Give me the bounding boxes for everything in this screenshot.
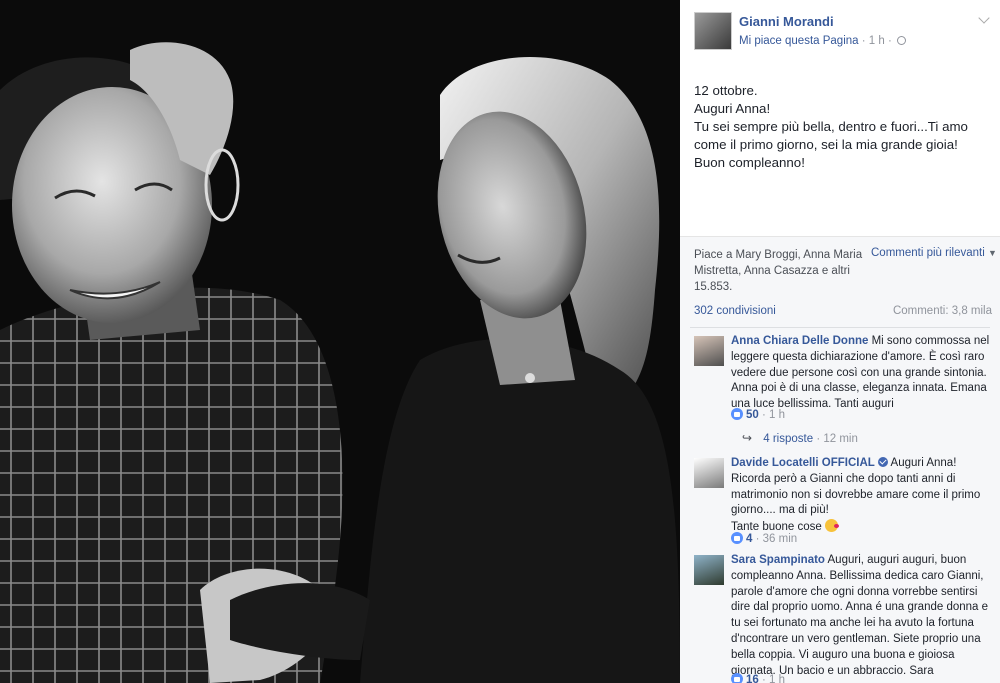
- comments-count[interactable]: Commenti: 3,8 mila: [893, 305, 992, 317]
- comment-time[interactable]: 1 h: [769, 409, 785, 421]
- comment-avatar[interactable]: [694, 555, 724, 585]
- post-text: 12 ottobre. Auguri Anna! Tu sei sempre p…: [694, 82, 990, 172]
- like-icon: [731, 408, 743, 420]
- post-footer: Piace a Mary Broggi, Anna Maria Mistrett…: [680, 236, 1000, 683]
- post-photo[interactable]: [0, 0, 680, 683]
- comments-sort-dropdown[interactable]: Commenti più rilevanti ▼: [871, 247, 997, 259]
- post-line: come il primo giorno, sei la mia grande …: [694, 137, 958, 152]
- post-line: Auguri Anna!: [694, 101, 771, 116]
- comment-avatar[interactable]: [694, 458, 724, 488]
- post-line: Tu sei sempre più bella, dentro e fuori.…: [694, 119, 968, 134]
- comment-likes[interactable]: 4: [746, 533, 752, 545]
- comment-time[interactable]: 36 min: [763, 533, 798, 545]
- comment-body: Sara Spampinato Auguri, auguri auguri, b…: [731, 553, 993, 679]
- globe-icon: [897, 36, 907, 45]
- like-icon: [731, 532, 743, 544]
- reply-arrow-icon: ↪: [742, 431, 753, 445]
- post-time[interactable]: 1 h: [869, 35, 885, 47]
- comment-text: Auguri, auguri auguri, buon compleanno A…: [731, 554, 989, 677]
- comment-body: Davide Locatelli OFFICIAL Auguri Anna! R…: [731, 456, 993, 536]
- post-line: 12 ottobre.: [694, 83, 758, 98]
- post-side-panel: Gianni Morandi Mi piace questa Pagina · …: [680, 0, 1000, 683]
- comment-author[interactable]: Anna Chiara Delle Donne: [731, 335, 868, 347]
- comment-likes[interactable]: 50: [746, 409, 759, 421]
- post-line: Buon compleanno!: [694, 155, 805, 170]
- replies-link[interactable]: ↪ 4 risposte · 12 min: [742, 431, 858, 445]
- comment-avatar[interactable]: [694, 336, 724, 366]
- comment-body: Anna Chiara Delle Donne Mi sono commossa…: [731, 334, 993, 413]
- author-avatar[interactable]: [694, 12, 732, 50]
- sort-label: Commenti più rilevanti: [871, 247, 985, 259]
- photo-illustration: [0, 0, 680, 683]
- replies-count: 4 risposte: [763, 433, 814, 445]
- chevron-down-icon[interactable]: [978, 12, 990, 24]
- replies-time: 12 min: [823, 433, 858, 445]
- comment-meta: 50 · 1 h: [731, 408, 785, 421]
- author-name[interactable]: Gianni Morandi: [739, 14, 834, 29]
- meta-separator: ·: [762, 409, 770, 421]
- meta-separator: ·: [888, 35, 896, 47]
- comment-author[interactable]: Sara Spampinato: [731, 554, 825, 566]
- meta-separator: ·: [762, 674, 770, 683]
- comment-time[interactable]: 1 h: [769, 674, 785, 683]
- divider: [690, 327, 990, 328]
- comment-meta: 4 · 36 min: [731, 532, 797, 545]
- shares-link[interactable]: 302 condivisioni: [694, 305, 776, 317]
- comment-likes[interactable]: 16: [746, 674, 759, 683]
- comment-author[interactable]: Davide Locatelli OFFICIAL: [731, 457, 875, 469]
- post-header: Gianni Morandi Mi piace questa Pagina · …: [680, 0, 1000, 62]
- comment-meta: 16 · 1 h: [731, 673, 785, 683]
- caret-down-icon: ▼: [987, 248, 997, 258]
- meta-separator: ·: [755, 533, 763, 545]
- likes-summary[interactable]: Piace a Mary Broggi, Anna Maria Mistrett…: [694, 247, 874, 295]
- like-icon: [731, 673, 743, 683]
- post-meta: Mi piace questa Pagina · 1 h ·: [739, 35, 907, 47]
- kiss-emoji-icon: [825, 519, 839, 533]
- meta-separator: ·: [861, 35, 869, 47]
- verified-badge-icon: [877, 457, 888, 467]
- like-page-link[interactable]: Mi piace questa Pagina: [739, 35, 859, 47]
